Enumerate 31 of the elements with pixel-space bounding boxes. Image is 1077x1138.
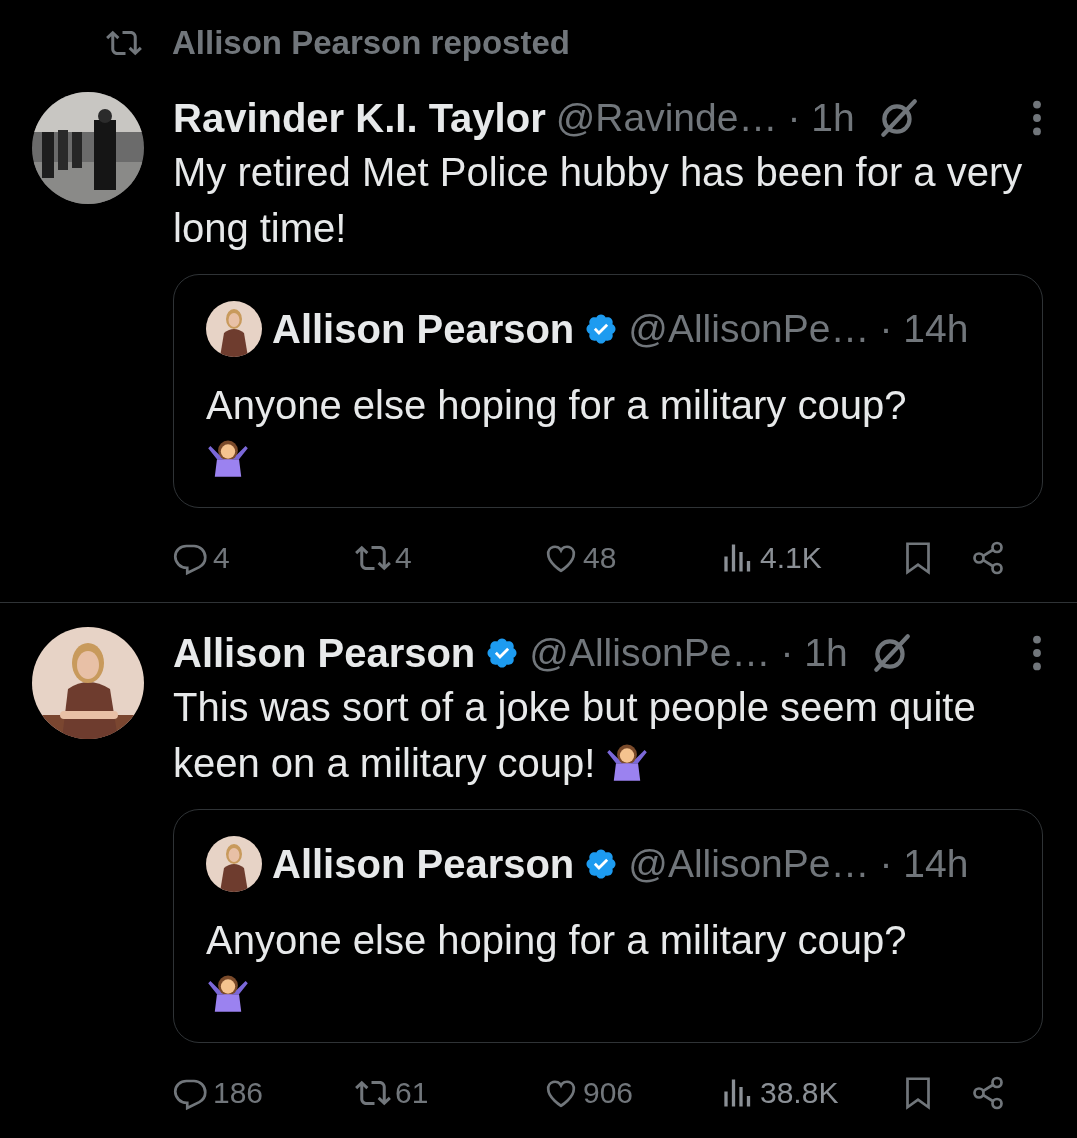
repost-count: 4 [395, 541, 412, 575]
more-icon[interactable] [1031, 634, 1043, 672]
view-count: 4.1K [760, 541, 822, 575]
post-time[interactable]: · 1h [780, 631, 848, 675]
post-text: This was sort of a joke but people seem quite keen on a military coup! [173, 684, 977, 787]
quoted-author-handle: @AllisonPe… [628, 842, 870, 886]
quoted-post-time: · 14h [879, 842, 969, 886]
like-count: 48 [583, 541, 617, 575]
post-text: My retired Met Police hubby has been for a very long time! [173, 149, 1024, 252]
quoted-post-card[interactable]: Allison Pearson @AllisonPe… · 14h Anyone else hoping for a military coup? [173, 274, 1043, 508]
quoted-post-text: Anyone else hoping for a military coup? [206, 382, 908, 429]
post-time[interactable]: · 1h [787, 96, 855, 140]
author-name[interactable]: Ravinder K.I. Taylor [173, 95, 546, 141]
quoted-post-text: Anyone else hoping for a military coup? [206, 917, 908, 964]
reply-count: 4 [213, 541, 230, 575]
quoted-post-card[interactable]: Allison Pearson @AllisonPe… · 14h Anyone else hoping for a military coup? [173, 809, 1043, 1043]
quoted-post-time: · 14h [879, 307, 969, 351]
reply-count: 186 [213, 1076, 264, 1110]
share-icon[interactable] [970, 1075, 1006, 1111]
view-count: 38.8K [760, 1076, 839, 1110]
share-icon[interactable] [970, 540, 1006, 576]
like-count: 906 [583, 1076, 634, 1110]
author-name[interactable]: Allison Pearson [173, 630, 476, 676]
author-handle[interactable]: @AllisonPe… [529, 631, 771, 675]
author-handle[interactable]: @Ravinde… [555, 96, 778, 140]
quoted-author-handle: @AllisonPe… [628, 307, 870, 351]
quoted-author-name: Allison Pearson [272, 306, 575, 352]
repost-count: 61 [395, 1076, 429, 1110]
quoted-author-name: Allison Pearson [272, 841, 575, 887]
repost-label[interactable]: Allison Pearson reposted [172, 24, 570, 62]
more-icon[interactable] [1031, 99, 1043, 137]
